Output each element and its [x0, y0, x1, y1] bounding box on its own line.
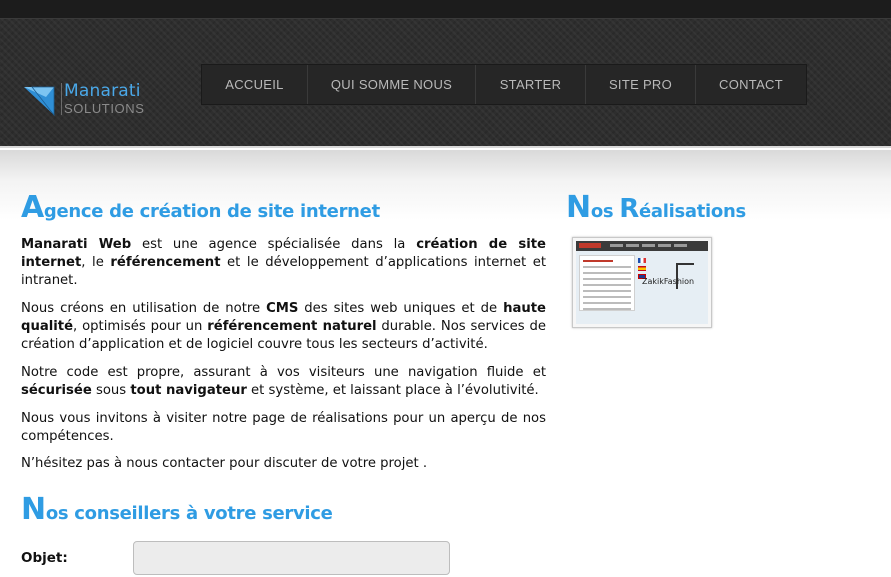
advisors-title-initial: N	[21, 492, 46, 527]
top-strip	[0, 0, 891, 19]
thumb-site-body	[579, 255, 635, 311]
bold-keyword: sécurisée	[21, 383, 92, 398]
intro-title-rest: gence de création de site internet	[43, 201, 380, 222]
brand-logo[interactable]: Manarati SOLUTIONS	[24, 81, 154, 121]
thumb-brand-part: ashion	[667, 277, 695, 286]
intro-paragraph-1: Manarati Web est une agence spécialisée …	[21, 236, 546, 290]
text-fragment: , le	[81, 255, 111, 270]
advisors-title: Nos conseillers à votre service	[21, 495, 333, 525]
intro-title-initial: A	[21, 190, 44, 225]
thumb-brand-part: ZakikF	[642, 277, 668, 286]
main-nav: ACCUEIL QUI SOMME NOUS STARTER SITE PRO …	[201, 64, 807, 105]
text-fragment: Notre code est propre, assurant à vos vi…	[21, 365, 546, 380]
text-fragment: sous	[91, 383, 131, 398]
text-fragment: et système, et laissant place à l’évolut…	[246, 383, 539, 398]
thumb-brand-logo: ZakikFashion	[642, 273, 694, 288]
realisations-title-initial-2: R	[619, 194, 639, 224]
text-fragment: , optimisés pour un	[73, 319, 208, 334]
bold-keyword: CMS	[266, 301, 299, 316]
object-input[interactable]	[133, 541, 450, 575]
realisations-title: Nos Réalisations	[566, 193, 746, 223]
intro-title: Agence de création de site internet	[21, 193, 380, 223]
realisations-title-initial: N	[566, 190, 591, 225]
brand-subtitle: SOLUTIONS	[64, 101, 145, 116]
logo-triangle-icon	[24, 86, 55, 117]
text-fragment: des sites web uniques et de	[298, 301, 504, 316]
thumb-site-nav	[610, 244, 687, 249]
thumb-site-logo	[579, 243, 601, 248]
bold-company-name: Manarati Web	[21, 237, 132, 252]
intro-paragraph-3: Notre code est propre, assurant à vos vi…	[21, 364, 546, 400]
object-label: Objet:	[21, 550, 68, 566]
nav-item-contact[interactable]: CONTACT	[696, 65, 806, 104]
nav-item-starter[interactable]: STARTER	[476, 65, 586, 104]
nav-item-qui-somme-nous[interactable]: QUI SOMME NOUS	[308, 65, 476, 104]
advisors-title-rest: os conseillers à votre service	[45, 503, 333, 524]
bold-keyword: référencement naturel	[207, 319, 377, 334]
contact-invite: N’hésitez pas à nous contacter pour disc…	[21, 456, 428, 471]
text-fragment: Nous créons en utilisation de notre	[21, 301, 267, 316]
text-fragment: est une agence spécialisée dans la	[131, 237, 417, 252]
portfolio-thumbnail[interactable]: ZakikFashion	[572, 237, 712, 328]
nav-item-accueil[interactable]: ACCUEIL	[202, 65, 308, 104]
brand-name: Manarati	[64, 81, 141, 101]
thumbnail-screenshot: ZakikFashion	[576, 241, 708, 324]
logo-divider	[61, 83, 62, 115]
site-header: Manarati SOLUTIONS ACCUEIL QUI SOMME NOU…	[0, 19, 891, 148]
realisations-title-rest: éalisations	[639, 201, 746, 222]
realisations-title-part: os	[590, 201, 620, 222]
bold-keyword: tout navigateur	[130, 383, 247, 398]
intro-paragraph-4: Nous vous invitons à visiter notre page …	[21, 411, 546, 444]
bold-keyword: référencement	[110, 255, 221, 270]
intro-text: Manarati Web est une agence spécialisée …	[21, 236, 546, 456]
spanish-flag-icon	[638, 266, 646, 271]
french-flag-icon	[638, 258, 646, 263]
intro-paragraph-2: Nous créons en utilisation de notre CMS …	[21, 300, 546, 354]
nav-item-site-pro[interactable]: SITE PRO	[586, 65, 696, 104]
